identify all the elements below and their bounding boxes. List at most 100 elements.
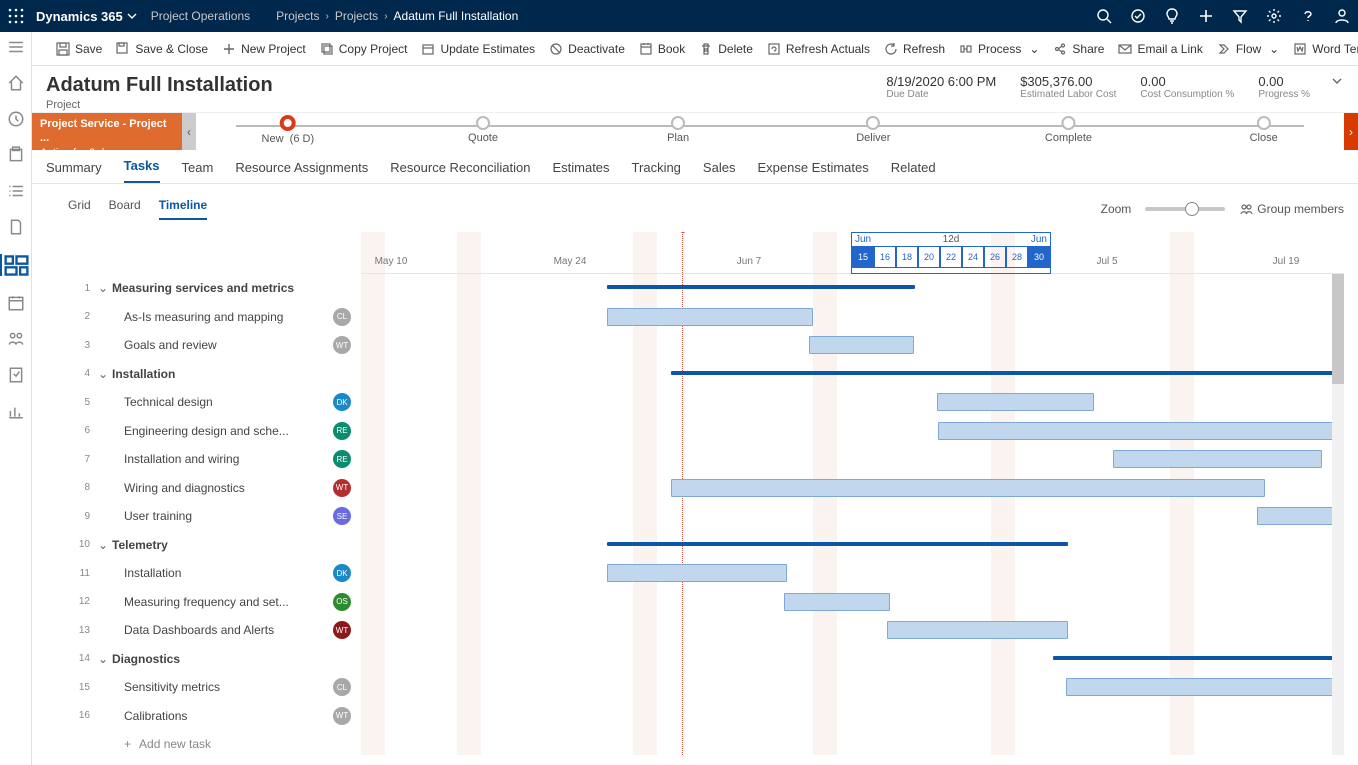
task-row[interactable]: 14⌄Diagnostics — [68, 645, 361, 674]
task-row[interactable]: 8Wiring and diagnosticsWT — [68, 474, 361, 503]
resources-icon[interactable] — [7, 330, 25, 348]
bpf-stage-quote[interactable]: Quote — [468, 113, 498, 144]
save-button[interactable]: Save — [56, 42, 102, 56]
recent-icon[interactable] — [7, 110, 25, 128]
tab-resource-reconciliation[interactable]: Resource Reconciliation — [390, 160, 530, 183]
zoom-knob[interactable] — [1185, 202, 1199, 216]
tab-related[interactable]: Related — [891, 160, 936, 183]
task-row[interactable]: 6Engineering design and sche...RE — [68, 417, 361, 446]
selection-day[interactable]: 30 — [1028, 246, 1050, 268]
calendar-icon[interactable] — [7, 294, 25, 312]
breadcrumb-1[interactable]: Projects — [335, 9, 378, 23]
task-bar[interactable] — [938, 422, 1344, 440]
bpf-next-icon[interactable]: › — [1344, 113, 1358, 150]
assignee-avatar[interactable]: DK — [333, 393, 351, 411]
task-row[interactable]: 1⌄Measuring services and metrics — [68, 274, 361, 303]
tab-expense-estimates[interactable]: Expense Estimates — [757, 160, 868, 183]
suite-name[interactable]: Dynamics 365 — [36, 9, 123, 24]
selection-day[interactable]: 22 — [940, 246, 962, 268]
workload-name[interactable]: Project Operations — [151, 9, 250, 23]
assignee-avatar[interactable]: RE — [333, 450, 351, 468]
tab-tracking[interactable]: Tracking — [632, 160, 681, 183]
selection-day[interactable]: 28 — [1006, 246, 1028, 268]
flow-button[interactable]: Flow⌄ — [1217, 42, 1279, 56]
add-task-row[interactable]: + Add new task — [68, 730, 361, 758]
copy-button[interactable]: Copy Project — [320, 42, 408, 56]
task-bar[interactable] — [1066, 678, 1338, 696]
task-row[interactable]: 7Installation and wiringRE — [68, 445, 361, 474]
bpf-stage-close[interactable]: Close — [1250, 113, 1278, 144]
projects-icon[interactable] — [0, 254, 31, 276]
update-estimates-button[interactable]: Update Estimates — [421, 42, 535, 56]
task-bar[interactable] — [887, 621, 1068, 639]
zoom-slider[interactable] — [1145, 207, 1225, 211]
view-timeline[interactable]: Timeline — [159, 198, 207, 220]
task-bar[interactable] — [1113, 450, 1322, 468]
refresh-actuals-button[interactable]: Refresh Actuals — [767, 42, 870, 56]
bpf-stage-plan[interactable]: Plan — [667, 113, 689, 144]
group-members-link[interactable]: Group members — [1239, 202, 1344, 216]
task-row[interactable]: 2As-Is measuring and mappingCL — [68, 303, 361, 332]
task-row[interactable]: 5Technical designDK — [68, 388, 361, 417]
summary-bar[interactable] — [671, 371, 1344, 375]
selection-day[interactable]: 18 — [896, 246, 918, 268]
selection-day[interactable]: 15 — [852, 246, 874, 268]
bpf-stage-deliver[interactable]: Deliver — [856, 113, 890, 144]
assignee-avatar[interactable]: WT — [333, 479, 351, 497]
view-grid[interactable]: Grid — [68, 198, 91, 220]
pinned-icon[interactable] — [7, 146, 25, 164]
book-button[interactable]: Book — [639, 42, 685, 56]
hamburger-icon[interactable] — [7, 38, 25, 56]
person-icon[interactable] — [1334, 8, 1350, 24]
task-row[interactable]: 12Measuring frequency and set...OS — [68, 588, 361, 617]
assignee-avatar[interactable]: RE — [333, 422, 351, 440]
delete-button[interactable]: Delete — [699, 42, 753, 56]
email-link-button[interactable]: Email a Link — [1118, 42, 1202, 56]
report-icon[interactable] — [7, 402, 25, 420]
tab-team[interactable]: Team — [182, 160, 214, 183]
task-icon[interactable] — [1130, 8, 1146, 24]
lightbulb-icon[interactable] — [1164, 8, 1180, 24]
tab-tasks[interactable]: Tasks — [124, 158, 160, 183]
collapse-icon[interactable]: ⌄ — [98, 652, 112, 666]
app-launcher-icon[interactable] — [8, 8, 24, 24]
tab-sales[interactable]: Sales — [703, 160, 736, 183]
task-row[interactable]: 10⌄Telemetry — [68, 531, 361, 560]
assignee-avatar[interactable]: SE — [333, 507, 351, 525]
assignee-avatar[interactable]: CL — [333, 308, 351, 326]
share-button[interactable]: Share — [1053, 42, 1104, 56]
task-row[interactable]: 13Data Dashboards and AlertsWT — [68, 616, 361, 645]
selection-day[interactable]: 26 — [984, 246, 1006, 268]
task-row[interactable]: 11InstallationDK — [68, 559, 361, 588]
approvals-icon[interactable] — [7, 366, 25, 384]
task-row[interactable]: 4⌄Installation — [68, 360, 361, 389]
task-bar[interactable] — [937, 393, 1094, 411]
task-row[interactable]: 9User trainingSE — [68, 502, 361, 531]
new-button[interactable]: New Project — [222, 42, 306, 56]
assignee-avatar[interactable]: WT — [333, 336, 351, 354]
task-bar[interactable] — [607, 308, 813, 326]
collapse-icon[interactable]: ⌄ — [98, 367, 112, 381]
search-icon[interactable] — [1096, 8, 1112, 24]
plus-icon[interactable] — [1198, 8, 1214, 24]
task-bar[interactable] — [1257, 507, 1344, 525]
expand-header-icon[interactable] — [1330, 74, 1344, 88]
task-row[interactable]: 16CalibrationsWT — [68, 702, 361, 731]
scrollbar-thumb[interactable] — [1332, 274, 1344, 384]
summary-bar[interactable] — [607, 542, 1068, 546]
tab-resource-assignments[interactable]: Resource Assignments — [235, 160, 368, 183]
task-bar[interactable] — [809, 336, 914, 354]
chevron-down-icon[interactable] — [127, 11, 137, 21]
timeline-selection[interactable]: Jun 12d Jun 151618202224262830 — [851, 232, 1051, 274]
selection-day[interactable]: 16 — [874, 246, 896, 268]
selection-day[interactable]: 20 — [918, 246, 940, 268]
assignee-avatar[interactable]: DK — [333, 564, 351, 582]
assignee-avatar[interactable]: CL — [333, 678, 351, 696]
timeline-header[interactable]: May 10May 24Jun 7Jul 5Jul 19Aug 2 Jun 12… — [361, 232, 1344, 274]
collapse-icon[interactable]: ⌄ — [98, 538, 112, 552]
task-row[interactable]: 3Goals and reviewWT — [68, 331, 361, 360]
refresh-button[interactable]: Refresh — [884, 42, 945, 56]
word-templates-button[interactable]: Word Templates⌄ — [1293, 42, 1358, 56]
tab-estimates[interactable]: Estimates — [552, 160, 609, 183]
selection-day[interactable]: 24 — [962, 246, 984, 268]
